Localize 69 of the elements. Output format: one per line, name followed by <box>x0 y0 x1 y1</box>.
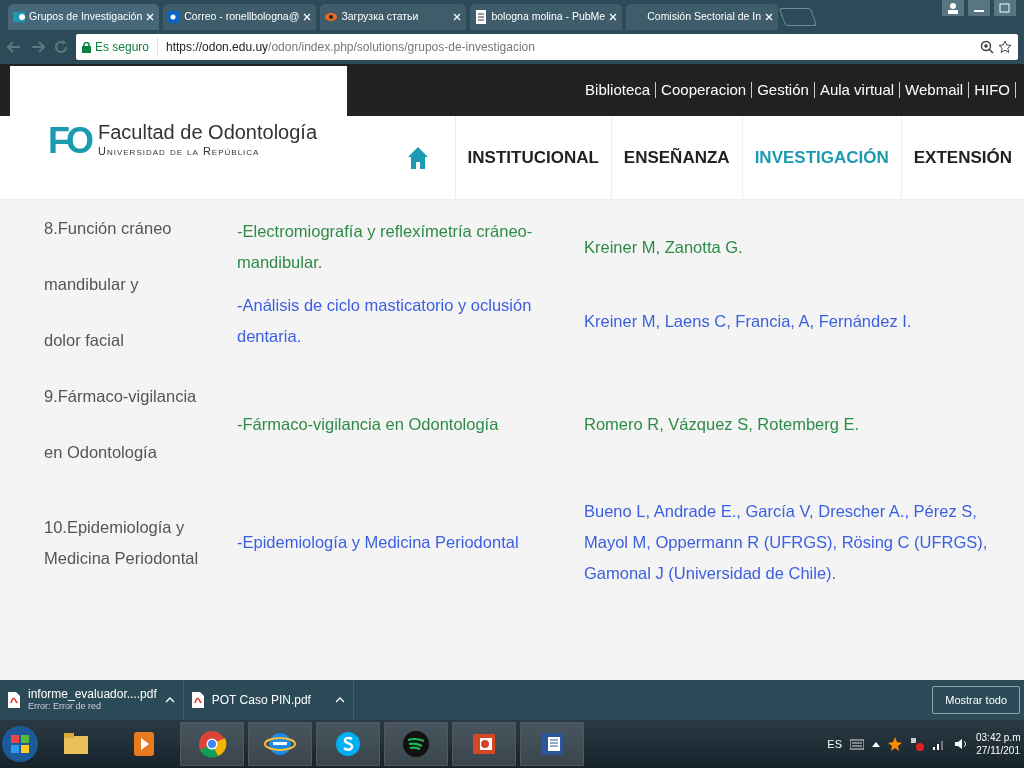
logo-title: Facultad de Odontología <box>98 121 318 144</box>
show-all-button[interactable]: Mostrar todo <box>932 685 1020 715</box>
pdf-file-icon <box>8 692 20 708</box>
group-name: dolor facial <box>44 330 125 351</box>
group-name: 10.Epidemiología y Medicina Periodontal <box>44 516 200 569</box>
logo-subtitle: Universidad de la República <box>98 144 261 160</box>
top-link[interactable]: Webmail <box>900 82 970 98</box>
authors-text: Kreiner M, Zanotta G. <box>584 237 743 256</box>
antivirus-icon[interactable] <box>888 737 902 751</box>
browser-tab[interactable]: Correo - ronellbologna@ <box>163 4 317 30</box>
topic-text: -Electromiografía y reflexímetría cráneo-mandibular. <box>237 222 533 271</box>
authors-text: Romero R, Vázquez S, Rotemberg E. <box>584 414 860 433</box>
taskbar-app[interactable] <box>248 722 312 766</box>
security-label: Es seguro <box>95 39 150 56</box>
nav-tab[interactable]: INSTITUCIONAL <box>454 115 611 200</box>
lock-icon <box>82 41 91 53</box>
url-text: https://odon.edu.uy/odon/index.php/solutions/grupos-de-investigacion <box>165 39 535 56</box>
eye-icon <box>325 10 338 24</box>
chevron-up-icon <box>334 697 345 703</box>
spotify-icon <box>400 728 432 760</box>
signal-icon[interactable] <box>932 738 946 750</box>
topic-text: -Análisis de ciclo masticatorio y oclusión dentaria. <box>237 296 532 345</box>
caret-up-icon[interactable] <box>872 741 880 747</box>
taskbar-app[interactable] <box>384 722 448 766</box>
topic-text: -Fármaco-vigilancia en Odontología <box>237 414 499 433</box>
chevron-up-icon <box>164 697 175 703</box>
taskbar-app[interactable] <box>452 722 516 766</box>
authors-text: Bueno L, Andrade E., García V, Drescher A., Pérez S, Mayol M, Oppermann R (UFRGS), Rösing C (UFRGS), Gamonal J (Universidad de Chile). <box>584 502 988 582</box>
top-link[interactable]: Biblioteca <box>580 82 657 98</box>
network-icon[interactable] <box>910 737 924 751</box>
home-icon[interactable] <box>406 145 429 170</box>
zoom-icon[interactable] <box>980 40 994 54</box>
taskbar-app[interactable] <box>520 722 584 766</box>
topic-text: -Epidemiología y Medicina Periodontal <box>237 533 519 551</box>
address-bar[interactable]: Es seguro https://odon.edu.uy/odon/index.php/solutions/grupos-de-investigacion <box>76 34 1018 60</box>
logo-mark: FO <box>48 122 90 159</box>
start-icon[interactable] <box>0 724 40 764</box>
top-link[interactable]: HIFO <box>969 82 1016 98</box>
star-icon[interactable] <box>998 40 1012 54</box>
close-icon[interactable] <box>146 13 155 21</box>
close-icon[interactable] <box>765 13 773 21</box>
browser-tab[interactable]: bologna molina - PubMe <box>470 4 623 30</box>
top-link[interactable]: Gestión <box>752 82 815 98</box>
minimize-icon[interactable] <box>968 0 990 16</box>
pdf-file-icon <box>191 692 204 708</box>
close-icon[interactable] <box>453 13 462 21</box>
taskbar-app[interactable] <box>180 722 244 766</box>
top-link[interactable]: Aula virtual <box>814 82 901 98</box>
close-icon[interactable] <box>609 13 618 21</box>
close-icon[interactable] <box>303 13 312 21</box>
group-name: 8.Función cráneo <box>44 218 173 239</box>
volume-icon[interactable] <box>954 738 968 750</box>
group-name: en Odontología <box>44 442 158 463</box>
nav-tab[interactable]: ENSEÑANZA <box>610 115 742 200</box>
browser-tab[interactable]: Comisión Sectorial de In <box>626 4 778 30</box>
top-link[interactable]: Cooperacion <box>656 82 753 98</box>
nav-tab[interactable]: EXTENSIÓN <box>900 115 1024 200</box>
browser-tab[interactable]: Загрузка статьи <box>320 4 467 30</box>
group-name: 9.Fármaco-vigilancia <box>44 386 198 407</box>
keyboard-icon[interactable] <box>850 738 864 750</box>
group-name: mandibular y <box>44 274 140 295</box>
chrome-icon <box>196 728 228 760</box>
user-icon[interactable] <box>942 0 964 16</box>
taskbar-clock[interactable]: 03:42 p.m 27/11/201 <box>976 731 1020 757</box>
language-indicator[interactable]: ES <box>827 735 842 753</box>
authors-text: Kreiner M, Laens C, Francia, A, Fernández I. <box>584 311 912 330</box>
taskbar-app[interactable] <box>316 722 380 766</box>
document-icon <box>475 10 488 24</box>
browser-tab[interactable]: Grupos de Investigación <box>8 4 160 30</box>
